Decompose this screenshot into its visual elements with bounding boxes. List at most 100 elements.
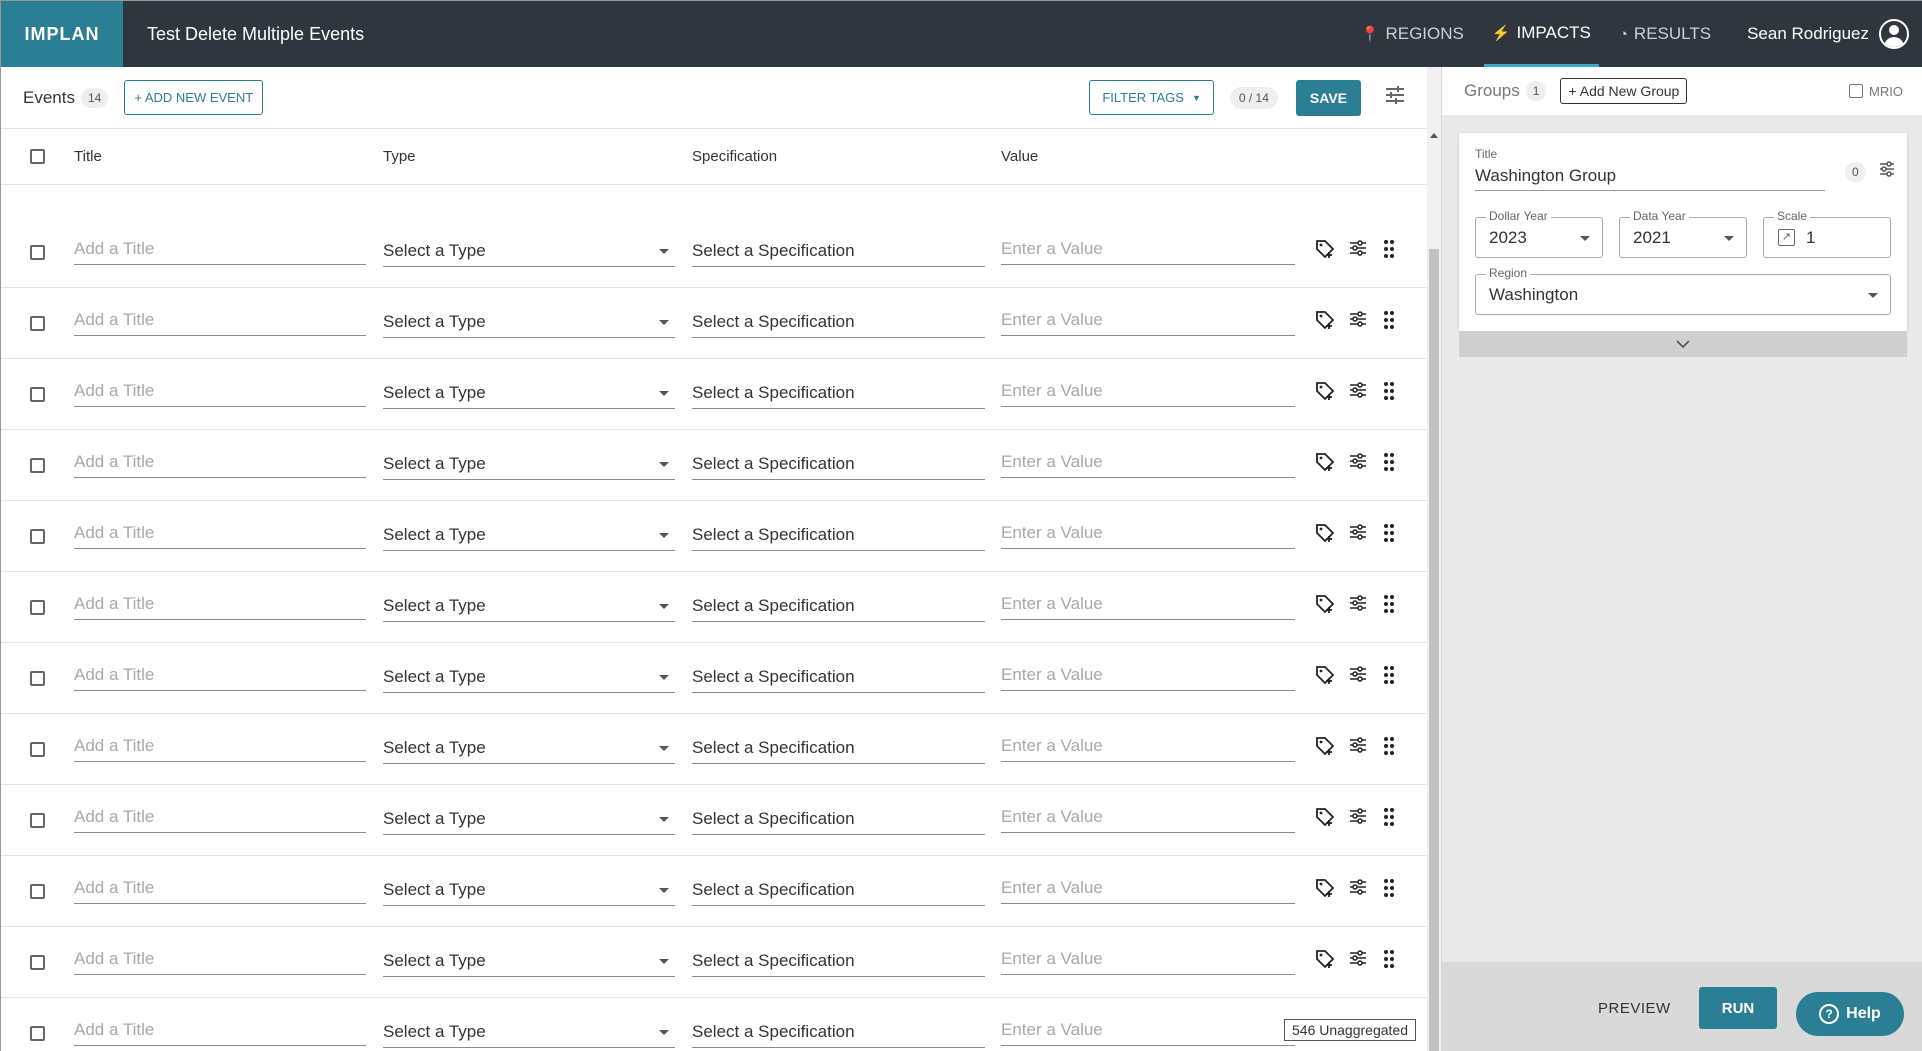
event-settings-sliders-icon[interactable] [1349,736,1367,759]
add-new-event-button[interactable]: + ADD NEW EVENT [124,80,264,115]
group-settings-sliders-icon[interactable] [1879,161,1895,182]
event-title-input[interactable]: Add a Title [74,945,366,975]
event-title-input[interactable]: Add a Title [74,306,366,336]
event-specification-select[interactable]: Select a Specification [692,805,985,835]
preview-button[interactable]: PREVIEW [1598,1000,1671,1017]
drag-handle-icon[interactable] [1383,594,1395,619]
event-type-select[interactable]: Select a Type [383,308,675,338]
event-title-input[interactable]: Add a Title [74,1016,366,1046]
event-settings-sliders-icon[interactable] [1349,878,1367,901]
event-title-input[interactable]: Add a Title [74,874,366,904]
event-settings-sliders-icon[interactable] [1349,310,1367,333]
settings-sliders-icon[interactable] [1385,85,1405,110]
event-type-select[interactable]: Select a Type [383,805,675,835]
user-menu[interactable]: Sean Rodriguez [1747,19,1909,49]
event-type-select[interactable]: Select a Type [383,663,675,693]
add-new-group-button[interactable]: + Add New Group [1560,78,1688,104]
add-tag-icon[interactable] [1315,594,1335,619]
data-year-select[interactable]: Data Year 2021 [1619,209,1747,258]
add-tag-icon[interactable] [1315,878,1335,903]
help-button[interactable]: ? Help [1796,992,1904,1036]
event-specification-select[interactable]: Select a Specification [692,521,985,551]
event-type-select[interactable]: Select a Type [383,876,675,906]
event-title-input[interactable]: Add a Title [74,235,366,265]
save-button[interactable]: SAVE [1295,79,1361,116]
add-tag-icon[interactable] [1315,381,1335,406]
group-title-input[interactable]: Washington Group [1475,163,1825,191]
drag-handle-icon[interactable] [1383,878,1395,903]
event-type-select[interactable]: Select a Type [383,237,675,267]
drag-handle-icon[interactable] [1383,239,1395,264]
drag-handle-icon[interactable] [1383,665,1395,690]
event-settings-sliders-icon[interactable] [1349,452,1367,475]
run-button[interactable]: RUN [1699,987,1777,1029]
nav-tab-impacts[interactable]: ⚡ IMPACTS [1483,1,1599,67]
event-settings-sliders-icon[interactable] [1349,665,1367,688]
row-checkbox[interactable] [30,316,45,331]
row-checkbox[interactable] [30,955,45,970]
row-checkbox[interactable] [30,245,45,260]
add-tag-icon[interactable] [1315,239,1335,264]
event-type-select[interactable]: Select a Type [383,450,675,480]
event-value-input[interactable]: Enter a Value [1001,377,1295,407]
implan-logo[interactable]: IMPLAN [1,1,123,67]
row-checkbox[interactable] [30,671,45,686]
add-tag-icon[interactable] [1315,807,1335,832]
event-type-select[interactable]: Select a Type [383,1018,675,1048]
event-specification-select[interactable]: Select a Specification [692,663,985,693]
event-settings-sliders-icon[interactable] [1349,594,1367,617]
event-title-input[interactable]: Add a Title [74,448,366,478]
event-specification-select[interactable]: Select a Specification [692,308,985,338]
row-checkbox[interactable] [30,813,45,828]
nav-tab-regions[interactable]: 📍 REGIONS [1353,1,1472,67]
drag-handle-icon[interactable] [1383,381,1395,406]
event-title-input[interactable]: Add a Title [74,590,366,620]
add-tag-icon[interactable] [1315,452,1335,477]
event-value-input[interactable]: Enter a Value [1001,235,1295,265]
event-specification-select[interactable]: Select a Specification [692,1018,985,1048]
add-tag-icon[interactable] [1315,523,1335,548]
scale-input[interactable]: Scale ↗ 1 [1763,209,1891,258]
select-all-checkbox[interactable] [30,149,45,164]
event-value-input[interactable]: Enter a Value [1001,874,1295,904]
event-title-input[interactable]: Add a Title [74,377,366,407]
event-value-input[interactable]: Enter a Value [1001,590,1295,620]
group-expand-toggle[interactable] [1459,331,1907,357]
event-specification-select[interactable]: Select a Specification [692,237,985,267]
add-tag-icon[interactable] [1315,736,1335,761]
event-specification-select[interactable]: Select a Specification [692,592,985,622]
drag-handle-icon[interactable] [1383,807,1395,832]
event-specification-select[interactable]: Select a Specification [692,947,985,977]
event-value-input[interactable]: Enter a Value [1001,803,1295,833]
event-specification-select[interactable]: Select a Specification [692,379,985,409]
event-type-select[interactable]: Select a Type [383,521,675,551]
event-settings-sliders-icon[interactable] [1349,381,1367,404]
row-checkbox[interactable] [30,1026,45,1041]
row-checkbox[interactable] [30,387,45,402]
event-value-input[interactable]: Enter a Value [1001,1016,1295,1046]
scrollbar-thumb[interactable] [1429,249,1439,1051]
mrio-checkbox[interactable] [1849,84,1864,98]
row-checkbox[interactable] [30,458,45,473]
event-value-input[interactable]: Enter a Value [1001,519,1295,549]
scroll-up-arrow-icon[interactable] [1430,133,1438,138]
event-settings-sliders-icon[interactable] [1349,523,1367,546]
row-checkbox[interactable] [30,529,45,544]
event-settings-sliders-icon[interactable] [1349,807,1367,830]
drag-handle-icon[interactable] [1383,523,1395,548]
add-tag-icon[interactable] [1315,949,1335,974]
event-title-input[interactable]: Add a Title [74,732,366,762]
row-checkbox[interactable] [30,742,45,757]
row-checkbox[interactable] [30,600,45,615]
event-value-input[interactable]: Enter a Value [1001,661,1295,691]
drag-handle-icon[interactable] [1383,736,1395,761]
event-specification-select[interactable]: Select a Specification [692,734,985,764]
add-tag-icon[interactable] [1315,310,1335,335]
event-type-select[interactable]: Select a Type [383,592,675,622]
dollar-year-select[interactable]: Dollar Year 2023 [1475,209,1603,258]
drag-handle-icon[interactable] [1383,949,1395,974]
event-specification-select[interactable]: Select a Specification [692,450,985,480]
event-type-select[interactable]: Select a Type [383,379,675,409]
nav-tab-results[interactable]: ◔ RESULTS [1611,1,1719,67]
region-select[interactable]: Region Washington [1475,266,1891,315]
